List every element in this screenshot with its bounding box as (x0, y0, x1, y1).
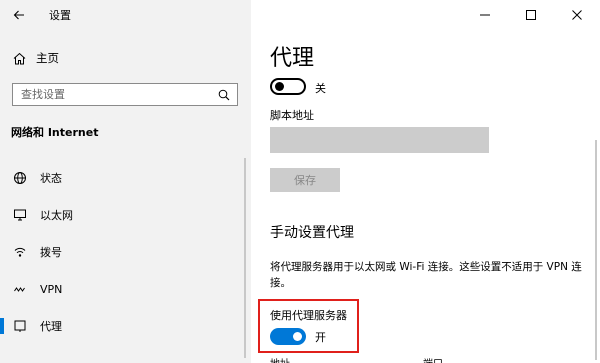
back-arrow-icon (13, 10, 24, 20)
home-icon (13, 52, 26, 64)
close-icon (572, 10, 582, 20)
proxy-icon (12, 318, 28, 334)
search-icon (218, 89, 230, 100)
manual-proxy-description: 将代理服务器用于以太网或 Wi-Fi 连接。这些设置不适用于 VPN 连接。 (270, 261, 582, 289)
auto-toggle-state: 关 (315, 82, 326, 95)
maximize-button[interactable] (508, 0, 554, 30)
title-bar-left: 设置 (0, 0, 251, 30)
minimize-button[interactable] (462, 0, 508, 30)
sidebar-item-label: VPN (40, 282, 63, 296)
use-proxy-toggle[interactable] (270, 328, 306, 345)
port-label: 端口 (423, 355, 443, 363)
address-label: 地址 (270, 355, 290, 363)
save-button[interactable]: 保存 (270, 168, 340, 192)
toggle-knob (293, 332, 302, 341)
main-scrollbar[interactable] (595, 140, 597, 360)
sidebar-item-label: 拨号 (40, 246, 62, 259)
category-heading: 网络和 Internet (11, 126, 99, 139)
page-title: 代理 (270, 46, 315, 71)
sidebar-item-label: 代理 (40, 320, 62, 333)
maximize-icon (526, 10, 536, 20)
sidebar-item-proxy[interactable]: 代理 (0, 313, 240, 339)
use-proxy-label: 使用代理服务器 (270, 309, 347, 322)
search-box[interactable] (12, 83, 238, 106)
auto-detect-toggle[interactable] (270, 78, 306, 95)
sidebar-item-label: 状态 (40, 172, 62, 185)
sidebar: 设置 主页 网络和 Internet 状态 以太网 拨号 VPN (0, 0, 251, 363)
use-proxy-state: 开 (315, 331, 326, 344)
sidebar-item-ethernet[interactable]: 以太网 (0, 202, 240, 228)
script-address-input[interactable] (270, 127, 489, 153)
sidebar-item-dialup[interactable]: 拨号 (0, 239, 240, 265)
close-button[interactable] (554, 0, 600, 30)
main-content: 代理 关 脚本地址 保存 手动设置代理 将代理服务器用于以太网或 Wi-Fi 连… (251, 0, 600, 363)
sidebar-item-label: 以太网 (40, 209, 73, 222)
script-address-label: 脚本地址 (270, 109, 314, 122)
vpn-icon (12, 281, 28, 297)
home-label: 主页 (36, 51, 59, 65)
window-title: 设置 (49, 9, 71, 22)
sidebar-item-vpn[interactable]: VPN (0, 276, 240, 302)
globe-icon (12, 170, 28, 186)
sidebar-scrollbar[interactable] (244, 158, 246, 358)
monitor-icon (12, 207, 28, 223)
search-input[interactable] (21, 88, 201, 101)
back-button[interactable] (8, 4, 30, 26)
toggle-knob (275, 82, 284, 91)
dialup-icon (12, 244, 28, 260)
sidebar-item-status[interactable]: 状态 (0, 165, 240, 191)
manual-proxy-heading: 手动设置代理 (270, 225, 354, 241)
window-controls (462, 0, 600, 30)
home-nav-item[interactable]: 主页 (13, 49, 59, 67)
minimize-icon (480, 14, 490, 16)
